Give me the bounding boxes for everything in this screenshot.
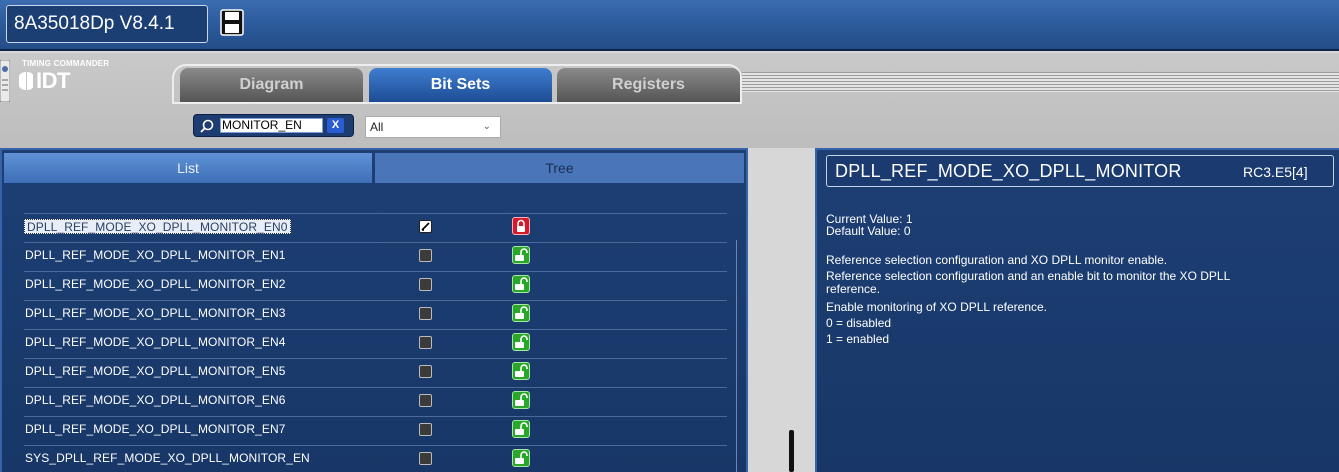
search-icon bbox=[200, 119, 214, 133]
detail-header: DPLL_REF_MODE_XO_DPLL_MONITOR RC3.E5[4] bbox=[826, 155, 1334, 187]
lock-open-icon[interactable] bbox=[512, 333, 530, 351]
filter-selected-value: All bbox=[370, 120, 384, 134]
lock-glyph bbox=[515, 393, 528, 406]
bitset-checkbox[interactable] bbox=[419, 307, 432, 320]
save-icon[interactable] bbox=[220, 9, 244, 36]
bitset-name[interactable]: DPLL_REF_MODE_XO_DPLL_MONITOR_EN2 bbox=[25, 277, 286, 292]
bitset-name[interactable]: DPLL_REF_MODE_XO_DPLL_MONITOR_EN5 bbox=[25, 364, 286, 379]
description-line: Enable monitoring of XO DPLL reference. bbox=[826, 300, 1048, 314]
search-box: MONITOR_EN X bbox=[193, 114, 354, 137]
app-title: 8A35018Dp V8.4.1 bbox=[6, 5, 208, 43]
lock-open-icon[interactable] bbox=[512, 391, 530, 409]
description-line: 1 = enabled bbox=[826, 332, 890, 346]
lock-glyph bbox=[515, 248, 528, 261]
bitset-list: DPLL_REF_MODE_XO_DPLL_MONITOR_EN0 DPLL_R… bbox=[24, 213, 727, 472]
lock-open-icon[interactable] bbox=[512, 420, 530, 438]
bitset-checkbox[interactable] bbox=[419, 249, 432, 262]
lock-glyph bbox=[515, 277, 528, 290]
tab-tree[interactable]: Tree bbox=[375, 153, 744, 183]
idt-logo-icon bbox=[19, 72, 33, 90]
filter-select[interactable]: All ⌄ bbox=[365, 116, 501, 138]
logo-subtitle: TIMING COMMANDER bbox=[22, 59, 110, 68]
lock-glyph bbox=[515, 335, 528, 348]
lock-open-icon[interactable] bbox=[512, 275, 530, 293]
lock-open-icon[interactable] bbox=[512, 304, 530, 322]
list-item[interactable]: DPLL_REF_MODE_XO_DPLL_MONITOR_EN5 bbox=[24, 358, 727, 384]
tab-registers[interactable]: Registers bbox=[557, 68, 740, 102]
lock-glyph bbox=[515, 306, 528, 319]
clear-search-button[interactable]: X bbox=[327, 118, 344, 133]
detail-address: RC3.E5[4] bbox=[1243, 164, 1308, 180]
description-line: Reference selection configuration and XO… bbox=[826, 253, 1168, 267]
lock-closed-icon[interactable] bbox=[512, 217, 530, 235]
list-item[interactable]: DPLL_REF_MODE_XO_DPLL_MONITOR_EN0 bbox=[24, 213, 727, 239]
lock-open-icon[interactable] bbox=[512, 362, 530, 380]
list-scrollbar[interactable] bbox=[736, 240, 737, 472]
bitset-name[interactable]: DPLL_REF_MODE_XO_DPLL_MONITOR_EN0 bbox=[24, 219, 291, 234]
lock-glyph bbox=[515, 451, 528, 464]
bitset-name[interactable]: DPLL_REF_MODE_XO_DPLL_MONITOR_EN3 bbox=[25, 306, 286, 321]
search-input[interactable]: MONITOR_EN bbox=[220, 118, 323, 133]
bitset-name[interactable]: DPLL_REF_MODE_XO_DPLL_MONITOR_EN6 bbox=[25, 393, 286, 408]
brand-name: IDT bbox=[36, 68, 70, 93]
tab-list[interactable]: List bbox=[4, 153, 372, 183]
bitset-name[interactable]: DPLL_REF_MODE_XO_DPLL_MONITOR_EN7 bbox=[25, 422, 286, 437]
default-value: Default Value: 0 bbox=[826, 224, 911, 238]
bitset-name[interactable]: DPLL_REF_MODE_XO_DPLL_MONITOR_EN4 bbox=[25, 335, 286, 350]
description-line: Reference selection configuration and an… bbox=[826, 269, 1231, 283]
bitset-checkbox[interactable] bbox=[419, 220, 432, 233]
list-item[interactable]: DPLL_REF_MODE_XO_DPLL_MONITOR_EN2 bbox=[24, 271, 727, 297]
lock-glyph bbox=[517, 219, 525, 232]
chevron-down-icon: ⌄ bbox=[482, 121, 491, 132]
list-item[interactable]: SYS_DPLL_REF_MODE_XO_DPLL_MONITOR_EN bbox=[24, 445, 727, 471]
tab-diagram[interactable]: Diagram bbox=[180, 68, 363, 102]
lock-open-icon[interactable] bbox=[512, 246, 530, 264]
bitset-checkbox[interactable] bbox=[419, 365, 432, 378]
list-item[interactable]: DPLL_REF_MODE_XO_DPLL_MONITOR_EN7 bbox=[24, 416, 727, 442]
list-item[interactable]: DPLL_REF_MODE_XO_DPLL_MONITOR_EN3 bbox=[24, 300, 727, 326]
lock-glyph bbox=[515, 364, 528, 377]
list-item[interactable]: DPLL_REF_MODE_XO_DPLL_MONITOR_EN1 bbox=[24, 242, 727, 268]
bitset-checkbox[interactable] bbox=[419, 278, 432, 291]
detail-bitset-name: DPLL_REF_MODE_XO_DPLL_MONITOR bbox=[835, 161, 1182, 181]
bitset-checkbox[interactable] bbox=[419, 423, 432, 436]
tab-underline bbox=[172, 102, 742, 104]
header-stripes bbox=[742, 72, 1339, 92]
bitset-checkbox[interactable] bbox=[419, 394, 432, 407]
check-mark-icon bbox=[421, 222, 430, 231]
tab-bit-sets[interactable]: Bit Sets bbox=[369, 68, 552, 102]
lock-glyph bbox=[515, 422, 528, 435]
bitset-name[interactable]: SYS_DPLL_REF_MODE_XO_DPLL_MONITOR_EN bbox=[25, 451, 310, 466]
side-tab-icon[interactable] bbox=[0, 60, 10, 102]
brand-logo: IDT bbox=[19, 68, 70, 94]
lock-open-icon[interactable] bbox=[512, 449, 530, 467]
bitset-checkbox[interactable] bbox=[419, 336, 432, 349]
list-item[interactable]: DPLL_REF_MODE_XO_DPLL_MONITOR_EN4 bbox=[24, 329, 727, 355]
panel-splitter[interactable] bbox=[789, 430, 794, 472]
description-line: reference. bbox=[826, 282, 881, 296]
list-item[interactable]: DPLL_REF_MODE_XO_DPLL_MONITOR_EN6 bbox=[24, 387, 727, 413]
bitset-name[interactable]: DPLL_REF_MODE_XO_DPLL_MONITOR_EN1 bbox=[25, 248, 286, 263]
bitset-checkbox[interactable] bbox=[419, 452, 432, 465]
description-line: 0 = disabled bbox=[826, 316, 892, 330]
